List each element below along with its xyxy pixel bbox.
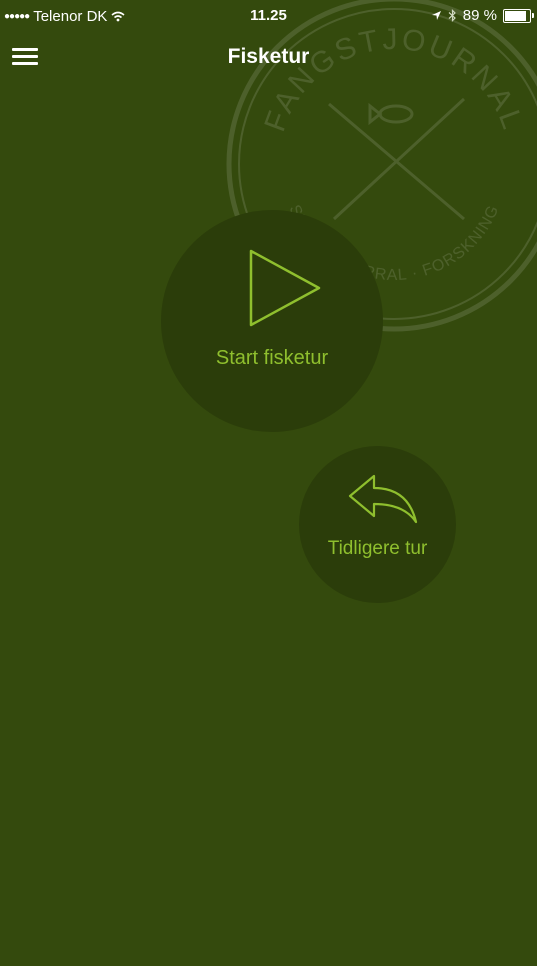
previous-trip-label: Tidligere tur	[327, 538, 428, 559]
play-icon	[249, 249, 321, 327]
reply-arrow-icon	[348, 474, 418, 524]
bluetooth-icon	[448, 9, 456, 22]
battery-level-fill	[505, 10, 527, 21]
previous-trip-button[interactable]: Tidligere tur	[299, 446, 456, 603]
status-right: 89 %	[431, 7, 534, 24]
navigation-bar: Fisketur	[0, 34, 537, 86]
page-title: Fisketur	[227, 45, 310, 68]
status-bar: ●●●●● Telenor DK 11.25 89 %	[0, 0, 537, 34]
start-trip-button[interactable]: Start fisketur	[161, 210, 383, 432]
battery-percent: 89 %	[462, 7, 497, 24]
start-trip-label: Start fisketur	[215, 347, 329, 369]
battery-icon	[503, 8, 534, 23]
location-arrow-icon	[431, 11, 441, 20]
